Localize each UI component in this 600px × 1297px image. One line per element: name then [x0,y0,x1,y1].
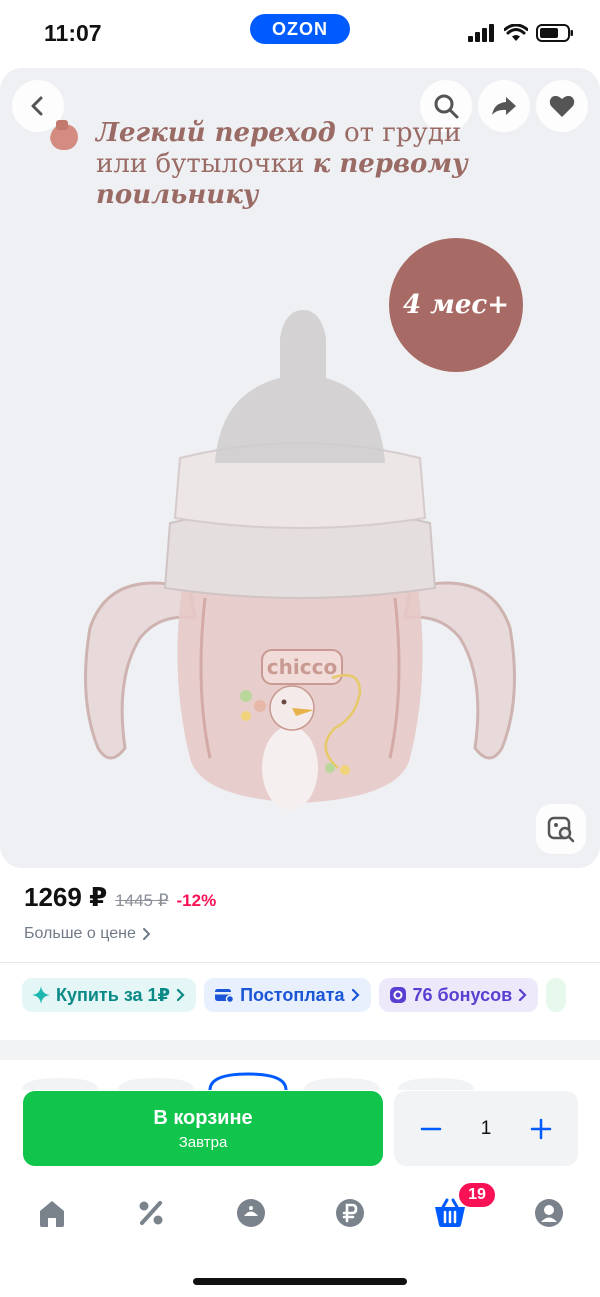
cart-count-badge: 19 [459,1183,495,1207]
promo-leaf-icon [50,120,78,150]
chip-buy-label: Купить за 1₽ [56,984,171,1005]
price-old: 1445 ₽ [115,891,169,910]
more-price-label: Больше о цене [24,925,136,942]
sparkle-icon [32,986,50,1004]
image-search-button[interactable] [536,804,586,854]
share-icon [492,97,516,115]
promo-headline-bold-1: Легкий переход [96,118,336,148]
product-image: chicco [84,310,516,810]
chevron-right-icon [519,989,527,1001]
heart-icon [549,95,575,117]
status-bar: 11:07 OZON [0,0,600,66]
in-cart-button[interactable]: В корзине Завтра [23,1091,383,1166]
product-page: 11:07 OZON Легкий переход от груди или б… [0,0,600,1297]
variant-thumbnails-partial [22,1072,474,1091]
plus-icon[interactable] [530,1118,552,1140]
wifi-icon [504,24,528,41]
image-search-icon [547,816,575,843]
status-icons [468,24,574,42]
minus-icon[interactable] [420,1118,442,1140]
chip-next-partial[interactable] [546,978,567,1012]
offer-chips: Купить за 1₽ Постоплата 76 бонусов [22,978,567,1012]
more-price-link[interactable]: Больше о цене [24,925,216,943]
price-row: 1269 ₽ 1445 ₽ -12% [24,882,216,913]
chevron-right-icon [351,989,360,1001]
cart-button-title: В корзине [153,1106,253,1129]
chevron-right-icon [142,928,151,940]
chip-postpay[interactable]: Постоплата [204,978,371,1012]
favorite-button[interactable] [536,80,588,132]
section-gap [0,1040,600,1060]
home-icon [40,1201,64,1227]
nav-home[interactable] [34,1195,70,1231]
cellular-signal-icon [468,24,494,42]
chip-bonuses-label: 76 бонусов [412,984,513,1005]
chip-buy-for-1[interactable]: Купить за 1₽ [22,978,197,1012]
quantity-value: 1 [480,1117,492,1139]
bonus-icon [389,987,406,1003]
quantity-stepper: 1 [394,1091,578,1166]
home-indicator[interactable] [193,1278,407,1285]
promo-headline: Легкий переход от груди или бутылочки к … [96,118,516,211]
battery-icon [536,24,573,42]
percent-icon [139,1201,163,1225]
ozon-logo[interactable]: OZON [250,14,350,44]
brand-on-product: chicco [267,655,337,679]
search-icon [434,94,459,119]
nav-discounts[interactable] [133,1195,169,1231]
bottom-nav [0,1185,600,1245]
nav-finance[interactable] [332,1195,368,1231]
price-discount: -12% [176,891,217,910]
card-icon [215,989,235,1003]
nav-profile[interactable] [531,1195,567,1231]
profile-icon [535,1199,563,1227]
product-gallery[interactable]: Легкий переход от груди или бутылочки к … [0,68,600,868]
divider [0,962,600,963]
nav-fresh[interactable] [233,1195,269,1231]
status-time: 11:07 [44,20,102,46]
price-block: 1269 ₽ 1445 ₽ -12% Больше о цене [24,882,216,943]
chevron-right-icon [176,989,185,1001]
fresh-icon [237,1199,265,1227]
back-icon [31,96,43,116]
chip-bonuses[interactable]: 76 бонусов [378,978,539,1012]
chip-postpay-label: Постоплата [240,984,345,1005]
ruble-icon [336,1199,364,1227]
price-current: 1269 ₽ [24,882,108,912]
variants-strip [0,1060,600,1091]
cart-button-subtitle: Завтра [178,1133,228,1151]
